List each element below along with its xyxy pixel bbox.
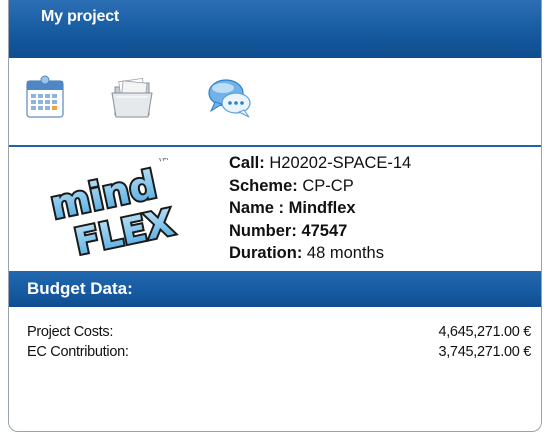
folder-button[interactable]	[107, 73, 157, 123]
call-line: Call: H20202-SPACE-14	[229, 154, 412, 172]
project-panel: My project mind FLEX TM Call: H20202-SPA…	[8, 0, 542, 432]
name-line: Name : Mindflex	[229, 199, 356, 217]
svg-text:TM: TM	[156, 158, 169, 164]
chat-bubbles-icon	[208, 79, 251, 118]
calendar-button[interactable]	[21, 73, 71, 123]
project-info: mind FLEX TM Call: H20202-SPACE-14 Schem…	[9, 148, 541, 270]
budget-title: Budget Data:	[27, 279, 133, 298]
budget-label: EC Contribution:	[27, 344, 129, 360]
section-divider	[9, 145, 541, 147]
duration-value: 48 months	[306, 244, 384, 262]
number-value: 47547	[301, 221, 348, 240]
budget-value: 4,645,271.00 €	[438, 324, 531, 340]
mindflex-logo: mind FLEX TM	[39, 154, 189, 266]
project-details: Call: H20202-SPACE-14 Scheme: CP-CP Name…	[229, 152, 411, 265]
panel-header: My project	[9, 0, 541, 58]
budget-header: Budget Data:	[9, 271, 541, 307]
number-line: Number: 47547	[229, 221, 348, 240]
duration-line: Duration: 48 months	[229, 244, 384, 262]
budget-table: Project Costs: 4,645,271.00 € EC Contrib…	[9, 324, 541, 364]
budget-row-project-costs: Project Costs: 4,645,271.00 €	[9, 324, 541, 344]
budget-row-ec-contribution: EC Contribution: 3,745,271.00 €	[9, 344, 541, 364]
budget-value: 3,745,271.00 €	[438, 344, 531, 360]
scheme-value: CP-CP	[302, 176, 354, 195]
scheme-line: Scheme: CP-CP	[229, 176, 354, 195]
folder-icon	[111, 77, 153, 118]
calendar-icon	[26, 75, 64, 118]
budget-label: Project Costs:	[27, 324, 114, 340]
project-toolbar	[9, 58, 541, 144]
chat-button[interactable]	[205, 73, 255, 123]
call-value: H20202-SPACE-14	[269, 154, 412, 172]
panel-title: My project	[41, 8, 120, 25]
name-value: Mindflex	[288, 199, 356, 217]
